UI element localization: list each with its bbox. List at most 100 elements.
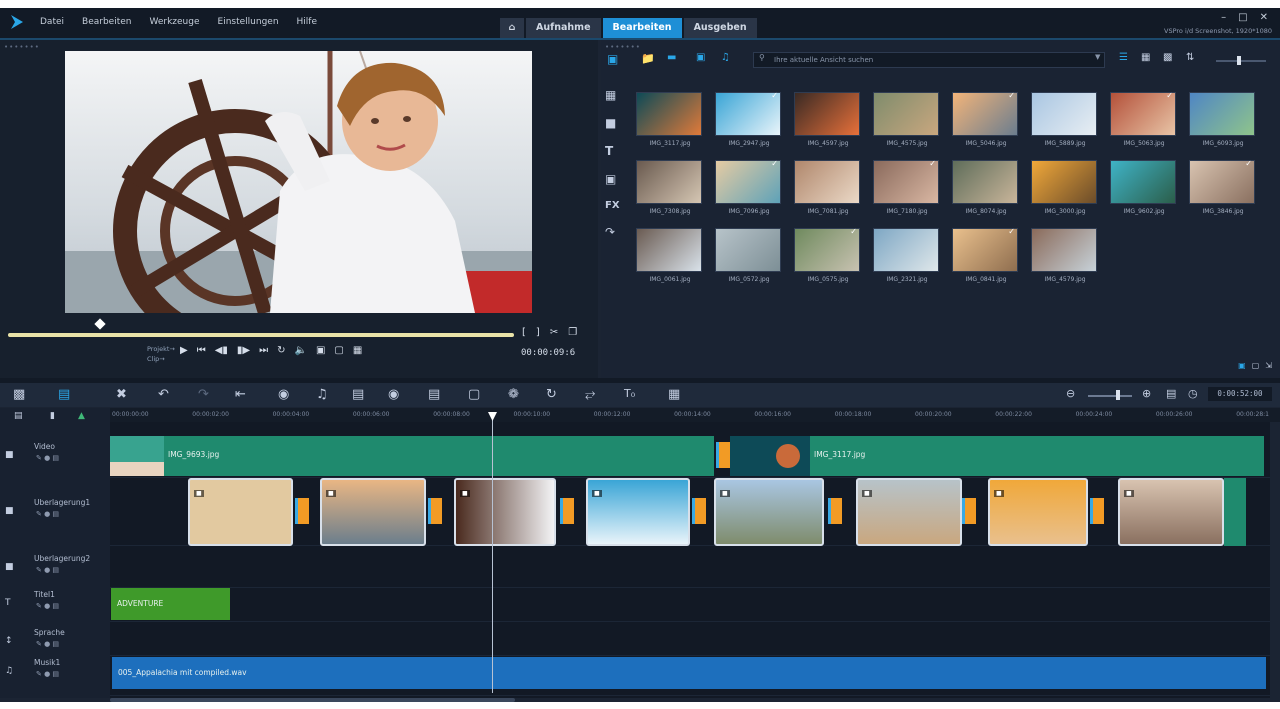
- title-text-icon[interactable]: T₀: [624, 387, 635, 400]
- media-thumbnail[interactable]: ✓ IMG_5046.jpg: [952, 91, 1020, 152]
- copy-icon[interactable]: ❐: [568, 327, 577, 338]
- time-ruler[interactable]: 00:00:00:00 00:00:02:00 00:00:04:00 00:00:0…: [110, 408, 1280, 422]
- timeline-scrollbar[interactable]: [110, 698, 515, 702]
- media-thumbnail[interactable]: IMG_8074.jpg: [952, 160, 1020, 220]
- repeat-icon[interactable]: ↻: [277, 345, 285, 356]
- zoom-slider[interactable]: [1088, 395, 1132, 397]
- mark-in-icon[interactable]: [: [522, 327, 526, 338]
- tools-icon[interactable]: ✖: [116, 387, 127, 402]
- go-to-end-icon[interactable]: ⏭: [259, 345, 268, 356]
- media-thumbnail[interactable]: IMG_6093.jpg: [1189, 92, 1257, 152]
- media-library-icon[interactable]: ▣: [607, 52, 618, 66]
- transition-icon[interactable]: ■: [605, 116, 620, 130]
- thumbnail-size-handle[interactable]: [1237, 56, 1241, 65]
- thumbnail-size-slider[interactable]: [1216, 60, 1266, 62]
- show-photo-icon[interactable]: ▣: [696, 52, 705, 63]
- media-thumbnail[interactable]: IMG_0061.jpg: [636, 228, 704, 288]
- video-clip[interactable]: IMG_3117.jpg: [730, 436, 1264, 476]
- tab-capture[interactable]: Aufnahme: [526, 18, 601, 38]
- overlay-clip[interactable]: ■: [320, 478, 426, 546]
- subtitle-icon[interactable]: ▤: [428, 387, 440, 402]
- overlay-clip[interactable]: ■: [586, 478, 690, 546]
- overlay-clip[interactable]: ■: [856, 478, 962, 546]
- import-icon[interactable]: ▣: [1238, 361, 1246, 370]
- fit-project-icon[interactable]: ▤: [1166, 387, 1176, 400]
- mark-out-icon[interactable]: ]: [536, 327, 540, 338]
- transition-marker[interactable]: [295, 498, 309, 524]
- undo-icon[interactable]: ↶: [158, 387, 169, 402]
- transition-marker[interactable]: [560, 498, 574, 524]
- transition-marker[interactable]: [692, 498, 706, 524]
- menu-settings[interactable]: Einstellungen: [218, 17, 279, 27]
- motion-tracking-icon[interactable]: ❁: [508, 387, 519, 402]
- video-clip[interactable]: IMG_9693.jpg: [110, 436, 714, 476]
- volume-icon[interactable]: 🔈: [295, 345, 307, 356]
- close-button[interactable]: ✕: [1260, 12, 1268, 23]
- transition-marker[interactable]: [716, 442, 730, 468]
- show-video-icon[interactable]: ▬: [667, 52, 676, 63]
- filter-fx-icon[interactable]: FX: [605, 200, 620, 211]
- multi-camera-icon[interactable]: ▤: [352, 387, 364, 402]
- track-manager-icon[interactable]: ▤: [14, 411, 23, 421]
- media-thumbnail[interactable]: ✓ IMG_7096.jpg: [715, 159, 783, 220]
- go-to-start-icon[interactable]: ⏮: [197, 345, 206, 356]
- track-controls[interactable]: ✎ ● ▤: [36, 602, 59, 610]
- ripple-edit-icon[interactable]: ▲: [78, 411, 85, 421]
- track-controls[interactable]: ✎ ● ▤: [36, 670, 59, 678]
- overlay-clip-edge[interactable]: [1224, 478, 1246, 546]
- scrubber-handle[interactable]: [94, 318, 106, 330]
- overlay-clip[interactable]: ■: [1118, 478, 1224, 546]
- project-duration[interactable]: 0:00:52:00: [1208, 387, 1272, 401]
- expand-icon[interactable]: ⇲: [1265, 361, 1272, 370]
- media-thumbnail[interactable]: IMG_0572.jpg: [715, 228, 783, 288]
- track-controls[interactable]: ✎ ● ▤: [36, 566, 59, 574]
- media-thumbnail[interactable]: IMG_2321.jpg: [873, 228, 941, 288]
- title-clip[interactable]: ADVENTURE: [111, 588, 230, 620]
- show-audio-icon[interactable]: ♫: [721, 52, 730, 63]
- track-controls[interactable]: ✎ ● ▤: [36, 640, 59, 648]
- list-view-icon[interactable]: ☰: [1119, 52, 1128, 63]
- overlay-clip[interactable]: ■: [188, 478, 293, 546]
- transition-marker[interactable]: [428, 498, 442, 524]
- timecode-display[interactable]: 00:00:09:6: [521, 348, 575, 358]
- fullscreen-icon[interactable]: ▢: [334, 345, 343, 356]
- media-thumbnail[interactable]: ✓ IMG_0841.jpg: [952, 227, 1020, 288]
- grid-view-icon[interactable]: ▩: [1163, 52, 1172, 63]
- overlay-clip[interactable]: ■: [454, 478, 556, 546]
- media-thumbnail[interactable]: IMG_3000.jpg: [1031, 160, 1099, 220]
- previous-frame-icon[interactable]: ◀▮: [215, 345, 228, 356]
- graphics-icon[interactable]: ▣: [605, 172, 620, 186]
- browse-icon[interactable]: ▢: [1252, 361, 1260, 370]
- music-clip[interactable]: 005_Appalachia mit compiled.wav: [112, 657, 1266, 689]
- media-thumbnail[interactable]: IMG_7308.jpg: [636, 160, 704, 220]
- tab-edit[interactable]: Bearbeiten: [602, 18, 682, 38]
- split-icon[interactable]: ✂: [550, 327, 558, 338]
- mask-icon[interactable]: ▦: [668, 387, 680, 402]
- chapter-icon[interactable]: ▮: [50, 411, 55, 421]
- tab-home[interactable]: ⌂: [500, 18, 524, 38]
- media-thumbnail[interactable]: ✓ IMG_7180.jpg: [873, 159, 941, 220]
- chevron-down-icon[interactable]: ▼: [1095, 53, 1100, 61]
- time-remap-icon[interactable]: ↻: [546, 387, 557, 402]
- overlay-clip[interactable]: ■: [988, 478, 1088, 546]
- menu-help[interactable]: Hilfe: [297, 17, 317, 27]
- fit-icon[interactable]: ⇤: [235, 387, 246, 402]
- minimize-button[interactable]: –: [1221, 12, 1226, 23]
- mode-project[interactable]: Projekt→: [147, 344, 175, 354]
- media-thumbnail[interactable]: IMG_9602.jpg: [1110, 160, 1178, 220]
- playhead[interactable]: [492, 413, 493, 693]
- overlay-clip[interactable]: ■: [714, 478, 824, 546]
- media-thumbnail[interactable]: ✓ IMG_5063.jpg: [1110, 91, 1178, 152]
- redo-icon[interactable]: ↷: [198, 387, 209, 402]
- preview-window[interactable]: [65, 51, 532, 313]
- media-thumbnail[interactable]: IMG_4579.jpg: [1031, 228, 1099, 288]
- tab-output[interactable]: Ausgeben: [683, 18, 757, 38]
- maximize-button[interactable]: □: [1238, 12, 1247, 23]
- play-icon[interactable]: ▶: [180, 345, 188, 356]
- title-icon[interactable]: T: [605, 144, 620, 158]
- panel-grip[interactable]: •••••••: [4, 43, 40, 51]
- scrubber-bar[interactable]: [8, 333, 514, 337]
- next-frame-icon[interactable]: ▮▶: [237, 345, 250, 356]
- media-thumbnail[interactable]: IMG_4575.jpg: [873, 92, 941, 152]
- color-grade-icon[interactable]: ◉: [388, 387, 399, 402]
